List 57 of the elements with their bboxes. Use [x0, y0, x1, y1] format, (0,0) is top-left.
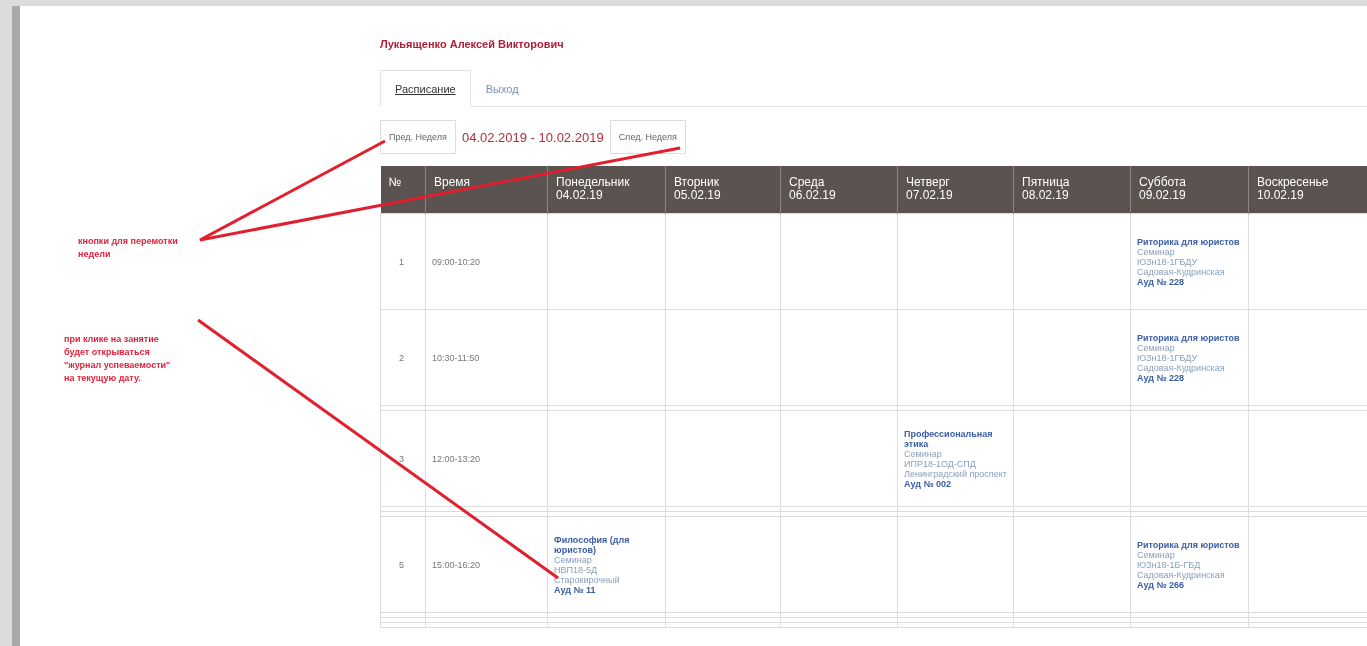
row-number: 1 — [399, 256, 404, 267]
column-header: Воскресенье — [1257, 176, 1330, 189]
time-slot: 09:00-10:20 — [432, 256, 481, 267]
lesson-location: Старокирочный — [554, 574, 621, 585]
column-date: 05.02.19 — [674, 189, 722, 202]
student-name: Лукьященко Алексей Викторович — [380, 38, 565, 52]
group-name: НВП18-5Д — [554, 564, 598, 575]
lesson-location: Садовая-Кудринская — [1137, 266, 1226, 277]
column-header: Суббота — [1139, 176, 1187, 189]
annotation-text: кнопки для перемотки недели — [78, 235, 178, 261]
tab[interactable]: Расписание — [380, 70, 471, 107]
lesson-type: Семинар — [554, 554, 592, 565]
time-slot: 15:00-16:20 — [432, 559, 481, 570]
row-number: 3 — [399, 453, 404, 464]
group-name: ЮЗн18-1ГБДУ — [1137, 352, 1199, 363]
lesson-title[interactable]: Риторика для юристов — [1137, 332, 1242, 343]
room-number: Ауд № 002 — [904, 478, 952, 489]
column-date: 06.02.19 — [789, 189, 837, 202]
group-name: ЮЗн18-1ГБДУ — [1137, 256, 1199, 267]
annotation-text: при клике на занятие будет открываться "журнал успеваемости" на текущую дату. — [64, 333, 172, 385]
time-slot: 12:00-13:20 — [432, 453, 481, 464]
room-number: Ауд № 228 — [1137, 276, 1185, 287]
row-number: 2 — [399, 352, 404, 363]
lesson-type: Семинар — [904, 448, 943, 459]
column-date: 10.02.19 — [1257, 189, 1304, 202]
lesson-location: Садовая-Кудринская — [1137, 569, 1226, 580]
column-header: № — [388, 176, 403, 189]
lesson-location: Ленинградский проспект — [904, 468, 1007, 479]
week-range: 04.02.2019 - 10.02.2019 — [461, 129, 604, 145]
lesson-type: Семинар — [1137, 342, 1175, 353]
group-name: ИПР18-1ОД-СПД — [904, 458, 977, 469]
lesson-title[interactable]: Риторика для юристов — [1137, 539, 1242, 550]
column-date: 09.02.19 — [1139, 189, 1187, 202]
room-number: Ауд № 228 — [1137, 372, 1185, 383]
lesson-title[interactable]: Риторика для юристов — [1137, 236, 1242, 247]
column-date: 07.02.19 — [906, 189, 954, 202]
column-date: 08.02.19 — [1022, 189, 1069, 202]
lesson-location: Садовая-Кудринская — [1137, 362, 1226, 373]
room-number: Ауд № 266 — [1137, 579, 1185, 590]
column-header: Четверг — [906, 176, 951, 189]
previous-week-button[interactable]: Пред. Неделя — [380, 120, 456, 154]
group-name: ЮЗн18-1Б-ГБД — [1137, 559, 1202, 570]
column-header: Среда — [789, 176, 826, 189]
column-header: Понедельник — [556, 176, 631, 189]
next-week-button[interactable]: След. Неделя — [609, 120, 686, 154]
lesson-title[interactable]: Философия (для юристов) — [554, 534, 659, 555]
lesson-type: Семинар — [1137, 246, 1175, 257]
tab[interactable]: Выход — [470, 70, 534, 107]
lesson-type: Семинар — [1137, 549, 1175, 560]
time-slot: 10:30-11:50 — [432, 352, 480, 363]
column-date: 04.02.19 — [556, 189, 603, 202]
column-header: Время — [434, 176, 472, 189]
room-number: Ауд № 11 — [554, 584, 596, 595]
column-header: Вторник — [674, 176, 720, 189]
lesson-title[interactable]: Профессиональная этика — [904, 428, 1007, 449]
row-number: 5 — [399, 559, 404, 570]
column-header: Пятница — [1022, 176, 1071, 189]
